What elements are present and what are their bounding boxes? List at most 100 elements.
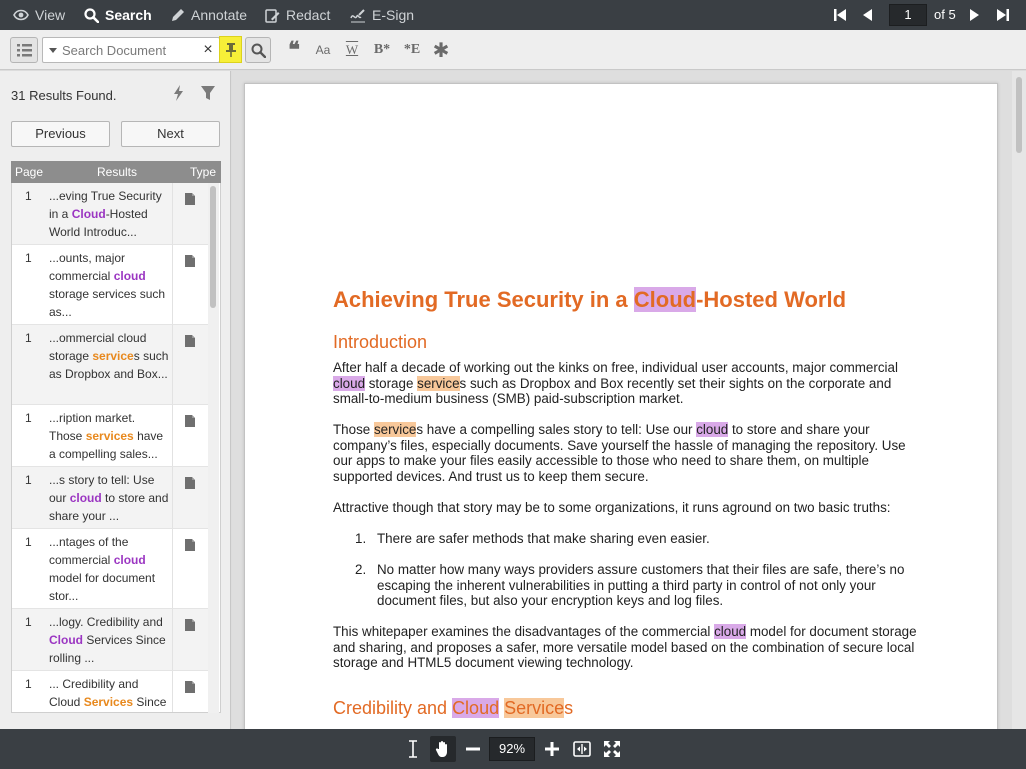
next-result-button[interactable]: Next xyxy=(121,121,220,147)
result-row[interactable]: 1 ... Credibility and Cloud Services Sinc… xyxy=(12,671,208,712)
result-row[interactable]: 1 ...logy. Credibility and Cloud Services… xyxy=(12,609,208,671)
result-page: 1 xyxy=(25,615,32,629)
previous-result-button[interactable]: Previous xyxy=(11,121,110,147)
mode-view[interactable]: View xyxy=(13,0,65,30)
search-toolbar: × xyxy=(0,30,1026,70)
begins-with-icon[interactable]: B* xyxy=(372,40,392,60)
toggle-results-panel-button[interactable] xyxy=(10,37,38,63)
heading-text: s xyxy=(564,698,574,718)
document-scrollbar[interactable] xyxy=(1012,71,1026,729)
list-number: 2. xyxy=(355,562,367,577)
page-navigator: 1 of 5 xyxy=(826,0,1026,30)
result-type xyxy=(172,467,208,528)
result-row[interactable]: 1 ...ounts, major commercial cloud storag… xyxy=(12,245,208,325)
pin-search-button[interactable] xyxy=(219,36,242,63)
document-icon xyxy=(185,539,195,551)
document-scrollbar-thumb[interactable] xyxy=(1016,77,1022,153)
zoom-out-icon[interactable] xyxy=(464,729,482,769)
pan-hand-icon[interactable] xyxy=(430,729,456,769)
list-text: No matter how many ways providers assure… xyxy=(377,562,905,609)
exact-phrase-icon[interactable]: ❝ xyxy=(284,37,304,62)
results-scrollbar[interactable] xyxy=(208,183,219,713)
result-hit: cloud xyxy=(113,269,146,283)
mode-annotate-label: Annotate xyxy=(191,7,248,23)
result-snippet: ...logy. Credibility and Cloud Services … xyxy=(49,613,171,667)
ends-with-icon[interactable]: *E xyxy=(402,40,422,60)
lightning-icon[interactable] xyxy=(170,84,188,102)
heading-credibility: Credibility and Cloud Services xyxy=(333,698,573,719)
title-text-pre: Achieving True Security in a xyxy=(333,287,634,312)
clear-search-button[interactable]: × xyxy=(201,41,215,59)
result-hit: services xyxy=(85,429,134,443)
result-page: 1 xyxy=(25,331,32,345)
result-snippet: ...s story to tell: Use our cloud to sto… xyxy=(49,471,171,525)
document-icon xyxy=(185,681,195,693)
paragraph-text: Those xyxy=(333,422,374,437)
result-hit: Services xyxy=(83,695,134,709)
result-snippet: ...ommercial cloud storage services such… xyxy=(49,329,171,383)
mode-redact[interactable]: Redact xyxy=(265,0,330,30)
result-snippet: ...eving True Security in a Cloud-Hosted… xyxy=(49,187,171,241)
top-mode-bar: View Search Annotate Redact E-Sign 1 of … xyxy=(0,0,1026,30)
pen-icon xyxy=(172,8,184,21)
result-row[interactable]: 1 ...ription market. Those services have … xyxy=(12,405,208,467)
search-input[interactable] xyxy=(62,41,197,59)
result-page: 1 xyxy=(25,473,32,487)
page-number-input[interactable]: 1 xyxy=(889,4,927,26)
zoom-in-icon[interactable] xyxy=(543,729,561,769)
whole-word-icon[interactable]: W xyxy=(343,40,361,60)
mode-esign[interactable]: E-Sign xyxy=(350,0,414,30)
result-row[interactable]: 1 ...ommercial cloud storage services suc… xyxy=(12,325,208,405)
result-type xyxy=(172,405,208,466)
result-text: storage services such as... xyxy=(49,287,166,319)
first-page-icon[interactable] xyxy=(832,7,848,23)
wildcard-icon[interactable]: ✱ xyxy=(431,38,451,62)
result-hit: Cloud xyxy=(71,207,106,221)
next-page-icon[interactable] xyxy=(966,7,982,23)
list-number: 1. xyxy=(355,531,367,546)
result-page: 1 xyxy=(25,677,32,691)
fit-width-icon[interactable] xyxy=(572,729,592,769)
result-snippet: ... Credibility and Cloud Services Since xyxy=(49,675,171,711)
pin-icon xyxy=(225,42,236,57)
result-row[interactable]: 1 ...s story to tell: Use our cloud to st… xyxy=(12,467,208,529)
search-hit-highlight[interactable]: cloud xyxy=(714,624,747,639)
list-icon xyxy=(17,44,32,57)
previous-page-icon[interactable] xyxy=(860,7,876,23)
redact-icon xyxy=(265,8,280,23)
heading-hit-service[interactable]: Service xyxy=(504,698,565,718)
result-row[interactable]: 1 ...ntages of the commercial cloud model… xyxy=(12,529,208,609)
search-button[interactable] xyxy=(245,37,271,63)
filter-icon[interactable] xyxy=(199,84,217,102)
search-hit-highlight[interactable]: service xyxy=(373,422,417,437)
results-scrollbar-thumb[interactable] xyxy=(210,186,216,308)
search-hit-highlight[interactable]: service xyxy=(417,375,460,391)
title-hit[interactable]: Cloud xyxy=(633,287,697,312)
results-panel: 31 Results Found. Previous Next Page Res… xyxy=(0,71,231,729)
search-hit-highlight[interactable]: cloud xyxy=(333,375,366,391)
result-hit: cloud xyxy=(113,553,146,567)
search-hit-highlight[interactable]: cloud xyxy=(696,422,729,437)
last-page-icon[interactable] xyxy=(995,7,1011,23)
result-type xyxy=(172,325,208,404)
text-select-icon[interactable] xyxy=(404,729,422,769)
paragraph-text: After half a decade of working out the k… xyxy=(333,360,898,375)
match-case-icon[interactable]: Aa xyxy=(313,40,333,60)
signature-icon xyxy=(350,8,365,22)
header-results: Results xyxy=(97,165,138,179)
heading-hit-cloud[interactable]: Cloud xyxy=(452,698,500,718)
result-text: ...logy. Credibility and xyxy=(49,615,163,629)
mode-annotate[interactable]: Annotate xyxy=(170,0,247,30)
search-icon xyxy=(251,43,266,58)
mode-search[interactable]: Search xyxy=(84,0,152,30)
result-row[interactable]: 1 ...eving True Security in a Cloud-Hoste… xyxy=(12,183,208,245)
result-snippet: ...ntages of the commercial cloud model … xyxy=(49,533,171,605)
result-hit: Cloud xyxy=(49,633,83,647)
document-page: Achieving True Security in a Cloud-Hoste… xyxy=(244,83,998,729)
heading-text: Credibility and xyxy=(333,698,453,718)
zoom-level-input[interactable]: 92% xyxy=(489,737,535,761)
header-type: Type xyxy=(190,165,217,179)
result-text: model for document stor... xyxy=(49,571,156,603)
fullscreen-icon[interactable] xyxy=(602,729,622,769)
search-options-dropdown[interactable] xyxy=(49,48,57,53)
